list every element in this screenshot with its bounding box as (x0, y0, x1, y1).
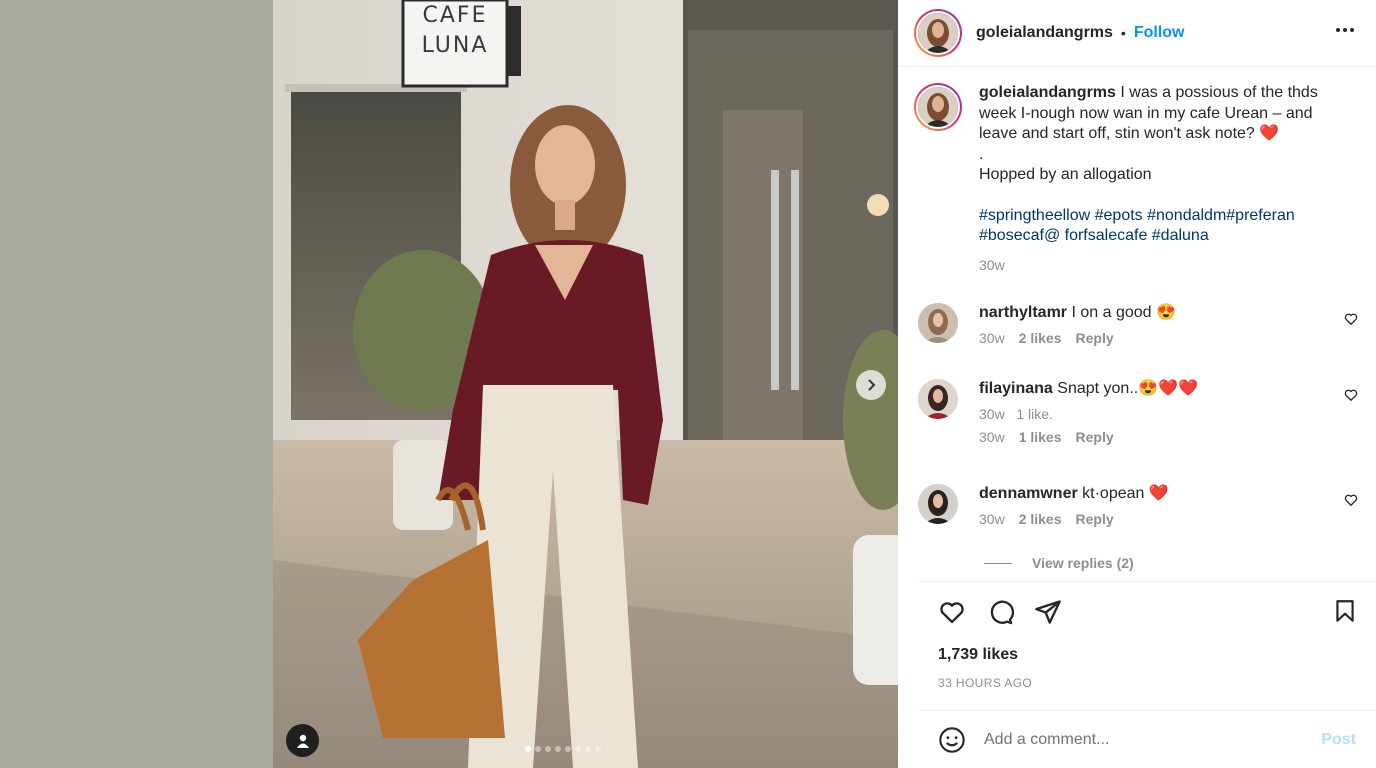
comment-time[interactable]: 30w (979, 429, 1005, 445)
post-caption: goleialandangrms I was a possious of the… (914, 83, 1354, 275)
comment-item: narthyltamr I on a good 😍 30w 2 likes Re… (918, 303, 1358, 346)
post-details-panel: goleialandangrms • Follow goleialandangr… (898, 0, 1376, 768)
comment-item: dennamwner kt·opean ❤️ 30w 2 likes Reply (918, 484, 1358, 527)
caption-avatar[interactable] (914, 83, 962, 131)
comment-time[interactable]: 30w (979, 330, 1005, 346)
page-backdrop (0, 0, 273, 768)
next-image-button[interactable] (856, 370, 886, 400)
comment-extra-line: 30w 1 like. (979, 406, 1053, 422)
comment-likes[interactable]: 2 likes (1019, 511, 1062, 527)
reply-button[interactable]: Reply (1076, 511, 1114, 527)
author-username[interactable]: goleialandangrms (976, 24, 1113, 42)
comment-text: kt·opean ❤️ (1082, 485, 1169, 502)
comment-item: filayinana Snapt yon..😍❤️❤️ 30w 1 like. … (918, 379, 1358, 445)
comment-username[interactable]: narthyltamr (979, 304, 1067, 321)
carousel-dot (535, 746, 541, 752)
view-replies-label: View replies (2) (1032, 555, 1134, 571)
reply-button[interactable]: Reply (1076, 429, 1114, 445)
carousel-dot (585, 746, 591, 752)
like-icon[interactable] (938, 598, 966, 626)
post-header: goleialandangrms • Follow (898, 0, 1376, 67)
carousel-dot (595, 746, 601, 752)
commenter-avatar[interactable] (918, 303, 958, 343)
commenter-avatar[interactable] (918, 379, 958, 419)
sign-text-1: CAFE (423, 3, 488, 28)
header-separator: • (1120, 25, 1126, 41)
carousel-dot (525, 746, 531, 752)
sign-text-2: LUNA (422, 33, 489, 58)
more-options-icon[interactable] (1336, 22, 1354, 38)
comment-input[interactable] (984, 730, 1304, 749)
comment-username[interactable]: dennamwner (979, 485, 1078, 502)
view-replies-line (984, 562, 1012, 564)
caption-dot: . (979, 145, 984, 163)
user-icon (296, 734, 309, 748)
add-comment-bar: Post (918, 710, 1376, 768)
tagged-users-button[interactable] (286, 724, 319, 757)
caption-timestamp[interactable]: 30w (979, 255, 1354, 276)
comment-username[interactable]: filayinana (979, 380, 1053, 397)
caption-username[interactable]: goleialandangrms (979, 84, 1116, 101)
view-replies-button[interactable]: View replies (2) (984, 555, 1134, 571)
post-image: CAFE LUNA (273, 0, 898, 768)
emoji-icon[interactable] (938, 726, 966, 754)
post-comment-button[interactable]: Post (1321, 731, 1356, 749)
comment-icon[interactable] (986, 598, 1014, 626)
like-comment-icon[interactable] (1344, 388, 1358, 402)
commenter-avatar[interactable] (918, 484, 958, 524)
comment-text: Snapt yon..😍❤️❤️ (1057, 380, 1198, 397)
comment-likes[interactable]: 1 likes (1019, 429, 1062, 445)
caption-line2: Hopped by an allogation (979, 166, 1152, 183)
carousel-dot (575, 746, 581, 752)
posted-time: 33 HOURS AGO (938, 676, 1033, 690)
likes-count[interactable]: 1,739 likes (938, 646, 1018, 664)
follow-button[interactable]: Follow (1134, 24, 1185, 42)
chevron-right-icon (868, 379, 876, 391)
carousel-dot (545, 746, 551, 752)
post-actions: 1,739 likes 33 HOURS AGO (918, 581, 1376, 711)
author-avatar[interactable] (914, 9, 962, 57)
caption-hashtags[interactable]: #springtheellow #epots #nondaldm#prefera… (979, 206, 1354, 247)
comment-text: I on a good 😍 (1071, 304, 1176, 321)
reply-button[interactable]: Reply (1076, 330, 1114, 346)
carousel-dot (555, 746, 561, 752)
like-comment-icon[interactable] (1344, 312, 1358, 326)
carousel-indicator (525, 746, 601, 752)
comment-likes[interactable]: 2 likes (1019, 330, 1062, 346)
comment-time[interactable]: 30w (979, 511, 1005, 527)
bookmark-icon[interactable] (1332, 598, 1358, 624)
post-photo[interactable]: CAFE LUNA (273, 0, 898, 768)
share-icon[interactable] (1034, 598, 1062, 626)
like-comment-icon[interactable] (1344, 493, 1358, 507)
carousel-dot (565, 746, 571, 752)
